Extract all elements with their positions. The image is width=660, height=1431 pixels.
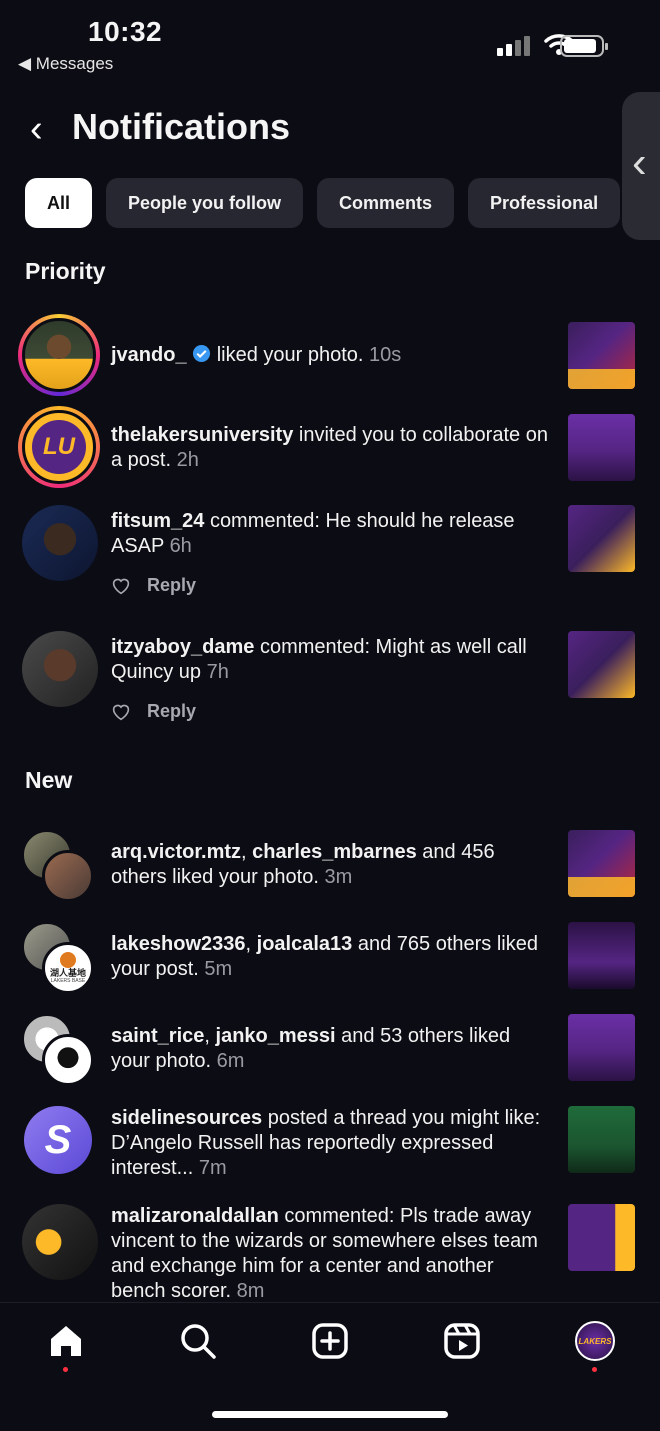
notification-action: liked your photo. [216, 344, 364, 366]
notification-text: malizaronaldallan commented: Pls trade a… [111, 1204, 551, 1304]
chevron-left-icon: ‹ [632, 138, 647, 187]
verified-badge-icon [193, 344, 211, 363]
notification-text: arq.victor.mtz, charles_mbarnes and 456 … [111, 840, 551, 890]
username[interactable]: sidelinesources [111, 1107, 262, 1129]
section-heading-priority: Priority [25, 258, 106, 284]
tab-all[interactable]: All [25, 178, 93, 228]
timestamp: 3m [324, 866, 353, 888]
notification-text: saint_rice, janko_messi and 53 others li… [111, 1024, 551, 1074]
username[interactable]: lakeshow2336 [111, 933, 246, 955]
header: ‹ Notifications [0, 100, 660, 156]
status-bar: 10:32 ◀ Messages [0, 0, 660, 80]
timestamp: 7m [198, 1157, 227, 1179]
avatar[interactable] [22, 505, 98, 581]
side-panel-handle[interactable]: ‹ [622, 92, 660, 240]
heart-icon[interactable] [111, 577, 131, 595]
avatar-story-ring[interactable]: LU [18, 406, 100, 488]
create-icon[interactable] [310, 1321, 350, 1361]
post-thumbnail[interactable] [568, 505, 635, 572]
back-chevron-icon[interactable]: ‹ [30, 108, 43, 151]
avatar[interactable] [22, 1204, 98, 1280]
lu-logo: LU [32, 420, 86, 474]
filter-tabs: All People you follow Comments Professio… [25, 178, 621, 228]
post-thumbnail[interactable] [568, 322, 635, 389]
notification-text: itzyaboy_dame commented: Might as well c… [111, 635, 551, 685]
home-indicator[interactable] [212, 1411, 448, 1418]
search-icon[interactable] [178, 1321, 218, 1361]
tab-people-you-follow[interactable]: People you follow [106, 178, 304, 228]
username[interactable]: janko_messi [216, 1025, 336, 1047]
separator: , [204, 1025, 216, 1047]
cellular-signal-icon [497, 36, 530, 56]
timestamp: 7h [206, 661, 229, 683]
avatar: LU [22, 410, 96, 484]
threads-logo: S [44, 1117, 72, 1162]
notification-dot [63, 1367, 68, 1372]
avatar [42, 1034, 94, 1086]
separator: , [245, 933, 257, 955]
profile-avatar-text: LAKERS [578, 1336, 612, 1346]
profile-avatar[interactable]: LAKERS [575, 1321, 615, 1361]
avatar[interactable] [22, 631, 98, 707]
avatar [42, 850, 94, 902]
notification-text: lakeshow2336, joalcala13 and 765 others … [111, 932, 551, 982]
avatar-story-ring[interactable] [18, 314, 100, 396]
tab-comments[interactable]: Comments [317, 178, 455, 228]
username[interactable]: arq.victor.mtz [111, 841, 241, 863]
post-thumbnail[interactable] [568, 1106, 635, 1173]
username[interactable]: itzyaboy_dame [111, 636, 254, 658]
timestamp: 2h [176, 449, 199, 471]
reels-icon[interactable] [442, 1321, 482, 1361]
timestamp: 6m [216, 1050, 245, 1072]
timestamp: 10s [369, 344, 402, 366]
username[interactable]: charles_mbarnes [252, 841, 417, 863]
timestamp: 5m [204, 958, 233, 980]
post-thumbnail[interactable] [568, 830, 635, 897]
notification-text: jvando_ liked your photo. 10s [111, 343, 551, 368]
notification-text: thelakersuniversity invited you to colla… [111, 423, 551, 473]
heart-icon[interactable] [111, 703, 131, 721]
section-heading-new: New [25, 767, 73, 793]
home-icon[interactable] [46, 1321, 86, 1361]
post-thumbnail[interactable] [568, 631, 635, 698]
notification-text: sidelinesources posted a thread you migh… [111, 1106, 551, 1181]
username[interactable]: fitsum_24 [111, 510, 204, 532]
stacked-avatars[interactable]: 湖人基地 LAKERS BASE [22, 922, 98, 998]
tab-professional[interactable]: Professional [468, 178, 621, 228]
post-thumbnail[interactable] [568, 414, 635, 481]
basketball-icon [60, 952, 76, 968]
timestamp: 8m [236, 1280, 265, 1302]
username[interactable]: malizaronaldallan [111, 1205, 279, 1227]
separator: , [241, 841, 253, 863]
notification-text: fitsum_24 commented: He should he releas… [111, 509, 551, 559]
status-time: 10:32 [88, 16, 163, 47]
stacked-avatars[interactable] [22, 1014, 98, 1090]
avatar: 湖人基地 LAKERS BASE [42, 942, 94, 994]
stacked-avatars[interactable] [22, 830, 98, 906]
post-thumbnail[interactable] [568, 1014, 635, 1081]
reply-button[interactable]: Reply [147, 575, 196, 596]
lakers-base-text: 湖人基地 [49, 968, 86, 978]
notification-dot [592, 1367, 597, 1372]
username[interactable]: jvando_ [111, 344, 187, 366]
threads-avatar[interactable]: S [24, 1106, 92, 1174]
page-title: Notifications [72, 106, 291, 147]
back-app-label: Messages [35, 54, 114, 73]
post-thumbnail[interactable] [568, 1204, 635, 1271]
timestamp: 6h [169, 535, 192, 557]
comment-actions: Reply [111, 701, 196, 722]
comment-actions: Reply [111, 575, 196, 596]
username[interactable]: joalcala13 [257, 933, 353, 955]
lakers-base-subtext: LAKERS BASE [50, 978, 86, 984]
avatar [22, 318, 96, 392]
post-thumbnail[interactable] [568, 922, 635, 989]
reply-button[interactable]: Reply [147, 701, 196, 722]
battery-icon [560, 35, 608, 57]
back-to-app-link[interactable]: ◀ Messages [18, 54, 113, 74]
username[interactable]: saint_rice [111, 1025, 204, 1047]
username[interactable]: thelakersuniversity [111, 424, 293, 446]
